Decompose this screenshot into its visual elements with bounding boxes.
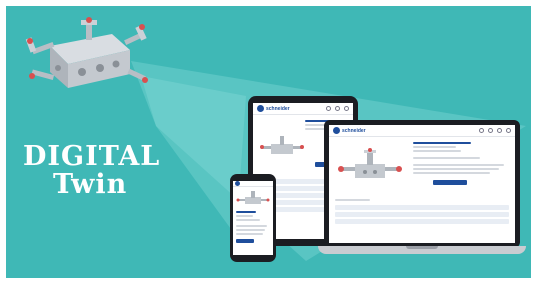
nav-icon <box>326 106 331 111</box>
tablet-brand-logo: schneider <box>257 105 290 112</box>
phone-product-image-icon <box>236 191 270 204</box>
phone-text-line <box>236 233 264 235</box>
laptop-brand-name: schneider <box>342 127 366 134</box>
headline-line-1: DIGITAL <box>23 141 161 172</box>
phone-text-line <box>236 225 267 227</box>
laptop-device: schneider <box>318 120 526 257</box>
nav-icon <box>344 106 349 111</box>
phone-text-line <box>236 229 265 231</box>
laptop-frame: schneider <box>324 120 520 248</box>
laptop-text-line <box>413 150 461 152</box>
nav-icon <box>506 128 511 133</box>
phone-device <box>230 174 276 262</box>
tablet-product-image-icon <box>260 136 304 154</box>
laptop-text-line <box>413 172 490 174</box>
laptop-product-info <box>405 140 509 192</box>
phone-text-line <box>236 215 253 217</box>
valve-manifold-icon <box>25 17 148 88</box>
tablet-brand-name: schneider <box>266 105 290 112</box>
laptop-text-line <box>413 157 481 159</box>
laptop-nav-icons <box>479 128 511 133</box>
headline: DIGITAL Twin <box>23 141 198 201</box>
laptop-notch <box>406 246 438 249</box>
headline-line-2: Twin <box>53 169 128 201</box>
laptop-accordion <box>329 199 515 224</box>
nav-icon <box>335 106 340 111</box>
laptop-screen: schneider <box>329 125 515 243</box>
laptop-text-line <box>413 168 500 170</box>
laptop-header: schneider <box>329 125 515 137</box>
phone-content <box>233 211 273 243</box>
tablet-header: schneider <box>253 103 353 115</box>
laptop-text-line <box>335 199 370 201</box>
nav-icon <box>479 128 484 133</box>
brand-logo-icon <box>235 181 240 186</box>
laptop-text-line <box>413 164 505 166</box>
brand-logo-icon <box>257 105 264 112</box>
phone-cta-button[interactable] <box>236 239 254 243</box>
tablet-nav-icons <box>326 106 349 111</box>
phone-product-title-bar <box>236 211 257 213</box>
laptop-brand-logo: schneider <box>333 127 366 134</box>
brand-logo-icon <box>333 127 340 134</box>
laptop-product-image-icon <box>338 148 402 178</box>
laptop-accordion-row[interactable] <box>335 219 509 224</box>
phone-text-line <box>236 219 260 221</box>
laptop-text-line <box>413 146 457 148</box>
laptop-accordion-row[interactable] <box>335 212 509 217</box>
phone-screen <box>233 181 273 255</box>
nav-icon <box>497 128 502 133</box>
laptop-accordion-row[interactable] <box>335 205 509 210</box>
laptop-product-title-bar <box>413 142 471 144</box>
laptop-cta-button[interactable] <box>433 180 467 185</box>
laptop-content <box>329 137 515 195</box>
nav-icon <box>488 128 493 133</box>
phone-header <box>233 181 273 187</box>
hero-banner: DIGITAL Twin schneider schneider <box>6 6 531 278</box>
